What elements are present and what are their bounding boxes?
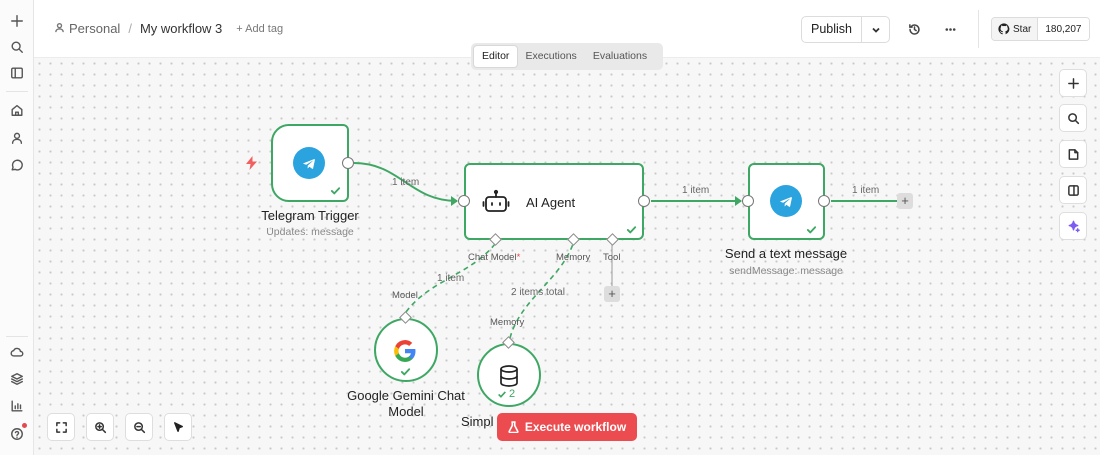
github-star-count: 180,207 — [1038, 18, 1089, 40]
connection-label: 1 item — [682, 185, 710, 196]
note-icon — [1068, 148, 1078, 160]
node-title-line2: Model — [388, 404, 424, 419]
more-options-icon[interactable] — [940, 19, 960, 39]
github-star-label: Star — [1013, 23, 1032, 35]
add-node-tool[interactable] — [1059, 69, 1087, 97]
zoom-out-button[interactable] — [125, 413, 153, 441]
github-icon — [998, 23, 1010, 35]
google-icon — [393, 339, 417, 363]
fit-view-icon — [55, 421, 67, 433]
output-port[interactable] — [638, 195, 650, 207]
zoom-in-icon — [94, 421, 106, 433]
view-tabs: Editor Executions Evaluations — [471, 43, 663, 70]
sparkle-icon — [1068, 220, 1080, 232]
node-subtitle: sendMessage: message — [729, 265, 843, 277]
success-check-icon — [498, 391, 506, 398]
search-nodes-tool[interactable] — [1059, 104, 1087, 132]
node-subtitle: Updates: message — [266, 226, 354, 238]
insights-icon[interactable] — [7, 396, 27, 416]
search-icon — [1067, 112, 1079, 124]
node-title: Send a text message — [724, 246, 848, 261]
user-icon[interactable] — [7, 128, 27, 148]
panel-tool[interactable] — [1059, 176, 1087, 204]
chevron-down-icon — [871, 27, 880, 33]
node-title: AI Agent — [526, 195, 576, 210]
person-icon — [54, 21, 65, 36]
memory-port-label: Memory — [490, 317, 525, 328]
cursor-icon — [173, 421, 183, 432]
input-port[interactable] — [742, 195, 754, 207]
database-icon — [498, 364, 520, 388]
node-title: Google Gemini Chat — [347, 388, 465, 403]
ai-assistant-tool[interactable] — [1059, 212, 1087, 240]
panel-toggle-icon[interactable] — [7, 63, 27, 83]
model-port-label: Model — [392, 290, 418, 301]
history-icon[interactable] — [904, 19, 924, 39]
tab-executions[interactable]: Executions — [517, 46, 584, 67]
publish-button[interactable]: Publish — [802, 17, 862, 42]
pointer-mode-button[interactable] — [164, 413, 192, 441]
flask-icon — [508, 421, 519, 433]
chat-icon[interactable] — [7, 155, 27, 175]
sidebar-divider — [6, 336, 28, 337]
github-star-button[interactable]: Star 180,207 — [991, 17, 1090, 41]
breadcrumb-project[interactable]: Personal — [69, 21, 120, 36]
success-check-icon — [806, 222, 817, 234]
chat-model-label: Chat Model* — [468, 252, 521, 263]
plus-icon — [1067, 77, 1079, 89]
header-divider — [978, 10, 979, 48]
zoom-in-button[interactable] — [86, 413, 114, 441]
run-count-badge: 2 — [497, 388, 515, 400]
add-icon[interactable] — [7, 11, 27, 31]
connection-label: 1 item — [437, 273, 465, 284]
connection-label: 2 items total — [511, 287, 565, 298]
add-tag-link[interactable]: + Add tag — [236, 23, 283, 35]
publish-dropdown-button[interactable] — [862, 17, 889, 42]
connection-label: 1 item — [852, 185, 880, 196]
node-title: Telegram Trigger — [261, 208, 359, 223]
success-check-icon — [330, 183, 341, 195]
telegram-icon — [770, 185, 802, 217]
sidebar-divider — [6, 91, 28, 92]
publish-button-group: Publish — [801, 16, 890, 43]
tool-port-label: Tool — [603, 252, 621, 263]
breadcrumb: Personal / My workflow 3 + Add tag — [54, 21, 283, 36]
add-node-button[interactable]: + — [897, 193, 913, 209]
execute-workflow-button[interactable]: Execute workflow — [497, 413, 637, 441]
notification-dot — [22, 423, 27, 428]
connection-label: 1 item — [392, 177, 420, 188]
fit-view-button[interactable] — [47, 413, 75, 441]
sticky-note-tool[interactable] — [1059, 140, 1087, 168]
breadcrumb-separator: / — [128, 21, 132, 36]
success-check-icon — [400, 364, 411, 376]
add-tool-button[interactable]: + — [604, 286, 620, 302]
left-sidebar — [0, 0, 34, 455]
memory-port-label: Memory — [556, 252, 591, 263]
input-port[interactable] — [458, 195, 470, 207]
success-check-icon — [626, 222, 637, 234]
panel-icon — [1067, 184, 1079, 196]
home-icon[interactable] — [7, 100, 27, 120]
cloud-icon[interactable] — [7, 342, 27, 362]
tab-editor[interactable]: Editor — [474, 46, 518, 67]
robot-icon — [482, 189, 510, 215]
tab-evaluations[interactable]: Evaluations — [585, 46, 655, 67]
output-port[interactable] — [342, 157, 354, 169]
telegram-icon — [293, 147, 325, 179]
workflow-name[interactable]: My workflow 3 — [140, 21, 222, 36]
search-icon[interactable] — [7, 37, 27, 57]
output-port[interactable] — [818, 195, 830, 207]
templates-icon[interactable] — [7, 369, 27, 389]
trigger-bolt-icon — [246, 156, 257, 170]
zoom-out-icon — [133, 421, 145, 433]
node-title: Simpl — [461, 414, 494, 429]
